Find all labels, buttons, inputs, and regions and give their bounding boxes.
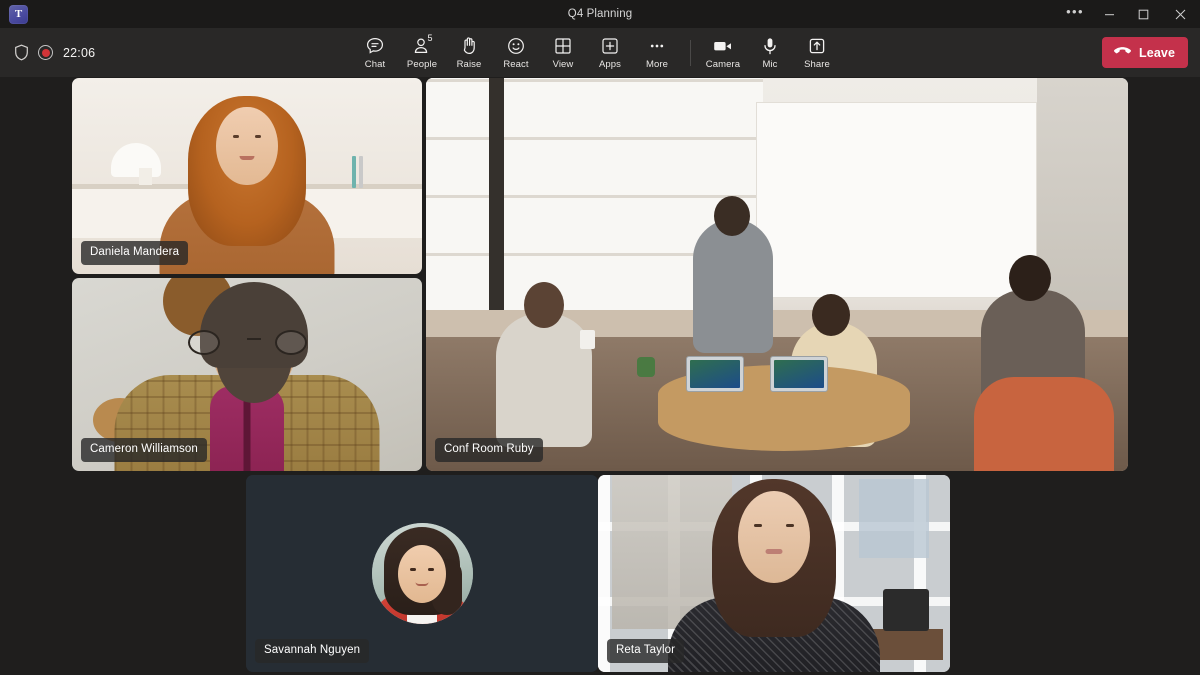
toolbar-apps-button[interactable]: Apps bbox=[587, 31, 634, 75]
toolbar-status-group: 22:06 bbox=[14, 44, 95, 61]
toolbar-divider bbox=[690, 40, 691, 66]
toolbar-raise-hand-button[interactable]: Raise bbox=[446, 31, 493, 75]
toolbar-camera-button[interactable]: Camera bbox=[700, 31, 747, 75]
more-ellipsis-icon bbox=[647, 36, 667, 57]
close-icon[interactable] bbox=[1160, 0, 1200, 28]
video-feed bbox=[426, 78, 1128, 471]
shield-icon[interactable] bbox=[14, 44, 29, 61]
toolbar-view-label: View bbox=[553, 59, 574, 70]
toolbar-mic-label: Mic bbox=[762, 59, 777, 70]
toolbar-raise-label: Raise bbox=[457, 59, 482, 70]
toolbar-people-button[interactable]: 5 People bbox=[399, 31, 446, 75]
leave-button[interactable]: Leave bbox=[1102, 37, 1188, 68]
minimize-icon[interactable] bbox=[1092, 0, 1126, 28]
participant-name-label: Conf Room Ruby bbox=[435, 438, 543, 463]
toolbar-share-label: Share bbox=[804, 59, 830, 70]
react-smiley-icon bbox=[506, 36, 526, 57]
meeting-timer: 22:06 bbox=[63, 46, 95, 60]
hang-up-icon bbox=[1113, 45, 1132, 60]
toolbar-people-label: People bbox=[407, 59, 437, 70]
leave-button-label: Leave bbox=[1139, 46, 1175, 60]
maximize-icon[interactable] bbox=[1126, 0, 1160, 28]
recording-indicator-icon[interactable] bbox=[38, 45, 53, 60]
toolbar-chat-button[interactable]: Chat bbox=[352, 31, 399, 75]
participant-name-label: Daniela Mandera bbox=[81, 241, 188, 266]
toolbar-react-button[interactable]: React bbox=[493, 31, 540, 75]
participant-tile-savannah-nguyen[interactable]: Savannah Nguyen bbox=[246, 475, 598, 672]
participant-name-label: Savannah Nguyen bbox=[255, 639, 369, 664]
window-controls: ••• bbox=[1058, 0, 1200, 28]
participant-tile-conf-room-ruby[interactable]: Conf Room Ruby bbox=[426, 78, 1128, 471]
recording-dot bbox=[42, 49, 50, 57]
microphone-icon bbox=[760, 36, 780, 57]
share-screen-icon bbox=[807, 36, 827, 57]
apps-plus-icon bbox=[600, 36, 620, 57]
video-stage: Daniela Mandera Cameron W bbox=[0, 77, 1200, 675]
participant-tile-daniela-mandera[interactable]: Daniela Mandera bbox=[72, 78, 422, 274]
participant-name-label: Cameron Williamson bbox=[81, 438, 207, 463]
toolbar-apps-label: Apps bbox=[599, 59, 621, 70]
toolbar-share-button[interactable]: Share bbox=[794, 31, 841, 75]
toolbar-mic-button[interactable]: Mic bbox=[747, 31, 794, 75]
title-bar: T Q4 Planning ••• bbox=[0, 0, 1200, 28]
video-scene bbox=[426, 78, 1128, 471]
chat-icon bbox=[365, 36, 385, 57]
camera-icon bbox=[712, 36, 734, 57]
participant-tile-reta-taylor[interactable]: Reta Taylor bbox=[598, 475, 950, 672]
toolbar-chat-label: Chat bbox=[365, 59, 385, 70]
toolbar-react-label: React bbox=[503, 59, 528, 70]
participant-tile-cameron-williamson[interactable]: Cameron Williamson bbox=[72, 278, 422, 471]
toolbar-more-label: More bbox=[646, 59, 668, 70]
participant-name-label: Reta Taylor bbox=[607, 639, 684, 664]
toolbar-more-button[interactable]: More bbox=[634, 31, 681, 75]
avatar bbox=[372, 523, 473, 624]
teams-logo-icon: T bbox=[9, 5, 28, 24]
toolbar-actions: Chat 5 People Raise React bbox=[352, 31, 849, 75]
people-count-badge: 5 bbox=[428, 34, 433, 43]
teams-logo-letter: T bbox=[15, 9, 22, 20]
meeting-toolbar: 22:06 Chat 5 People Raise bbox=[0, 28, 1200, 77]
teams-meeting-window: T Q4 Planning ••• 22:0 bbox=[0, 0, 1200, 675]
toolbar-camera-label: Camera bbox=[706, 59, 740, 70]
toolbar-view-button[interactable]: View bbox=[540, 31, 587, 75]
view-grid-icon bbox=[553, 36, 573, 57]
window-more-icon[interactable]: ••• bbox=[1058, 0, 1092, 28]
window-title: Q4 Planning bbox=[568, 8, 632, 20]
raise-hand-icon bbox=[459, 36, 479, 57]
